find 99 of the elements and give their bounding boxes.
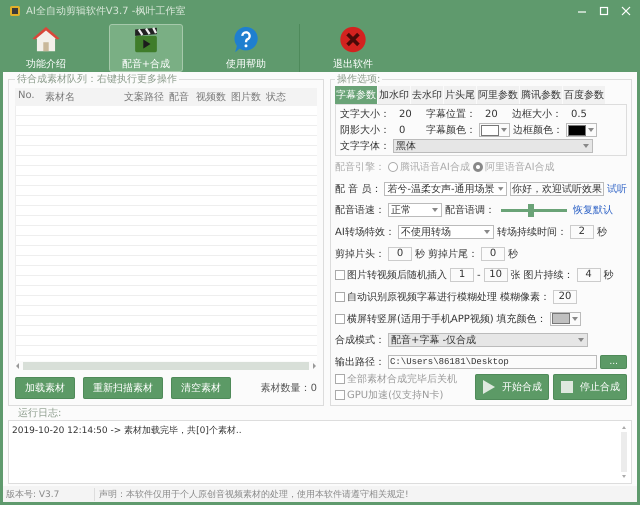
action-button[interactable]: 加载素材 [15, 377, 75, 399]
field-label: 字幕位置： [426, 108, 476, 121]
field-label: 字幕颜色： [426, 124, 476, 137]
link[interactable]: 试听 [607, 182, 627, 196]
dropdown[interactable]: 正常 [388, 203, 442, 218]
field-label: 阴影大小： [340, 124, 390, 137]
version-text: 版本号: V3.7 [3, 488, 95, 500]
browse-button[interactable]: ... [600, 354, 627, 369]
checkbox[interactable]: 横屏转竖屏(适用于手机APP视频) [335, 312, 494, 326]
tab[interactable]: 片头尾 [444, 86, 476, 104]
tab[interactable]: 腾讯参数 [520, 86, 562, 104]
dropdown[interactable]: 配音+字幕 -仅合成 [388, 333, 588, 348]
column-header[interactable]: 视频数 [196, 90, 228, 104]
action-button[interactable]: 开始合成 [475, 374, 549, 400]
value-text: 20 [484, 108, 499, 120]
field-label: 秒 [604, 268, 614, 282]
toolbar-button[interactable]: 使用帮助 [213, 24, 279, 72]
color-picker[interactable] [550, 312, 581, 326]
field-label: 张 [510, 268, 521, 282]
slider-thumb[interactable] [528, 204, 534, 217]
column-header[interactable]: 配音 [169, 90, 193, 104]
column-header[interactable]: 素材名 [45, 90, 121, 104]
checkbox[interactable]: 图片转视频后随机插入 [335, 268, 447, 282]
field-label: AI转场特效： [335, 226, 395, 239]
tab[interactable]: 阿里参数 [477, 86, 519, 104]
maximize-icon [599, 6, 609, 16]
caret-icon [570, 314, 579, 323]
caret-icon [496, 184, 504, 193]
field-label: 输出路径： [335, 356, 385, 369]
log-line: 2019-10-20 12:14:50 -> 素材加载完毕，共[0]个素材.. [12, 424, 243, 437]
value-text: 0.5 [570, 108, 588, 120]
caret-icon [500, 126, 508, 134]
text-field[interactable]: 你好，欢迎试听效果 [510, 182, 604, 196]
checkbox[interactable]: 自动识别原视频字幕进行模糊处理 [335, 290, 497, 304]
field-label: - [477, 270, 481, 281]
tab[interactable]: 去水印 [411, 86, 443, 104]
stop-icon [560, 380, 574, 394]
field-label: 文字大小： [340, 108, 390, 121]
color-picker[interactable] [479, 123, 510, 137]
number-field[interactable]: 0 [388, 246, 412, 261]
toolbar-button[interactable]: 退出软件 [320, 24, 386, 72]
field-label: 边框颜色： [513, 124, 563, 137]
column-header[interactable]: No. [18, 90, 42, 104]
dropdown[interactable]: 黑体 [393, 139, 593, 153]
field-label: 配音语速： [335, 204, 385, 218]
field-label: 合成模式： [335, 334, 385, 348]
number-field[interactable]: 10 [484, 268, 508, 282]
panel-title: 操作选项: [336, 72, 382, 86]
field-label: 转场持续时间： [496, 226, 567, 239]
field-label: 边框大小： [512, 108, 562, 121]
column-header[interactable]: 状态 [266, 90, 314, 104]
link[interactable]: 恢复默认 [573, 203, 613, 218]
column-header[interactable]: 图片数 [231, 90, 263, 104]
color-picker[interactable] [566, 123, 597, 137]
tab[interactable]: 加水印 [378, 86, 410, 104]
number-field[interactable]: 2 [570, 224, 594, 239]
horizontal-scrollbar[interactable] [15, 361, 317, 371]
caret-icon [577, 336, 585, 344]
tab[interactable]: 百度参数 [563, 86, 605, 104]
field-label: 文字字体： [340, 140, 390, 153]
scroll-left-icon [15, 362, 20, 370]
value-text: 0 [398, 124, 406, 136]
field-label: 配音引擎： [335, 160, 385, 174]
action-button[interactable]: 重新扫描素材 [83, 377, 163, 399]
field-label: 填充颜色： [496, 312, 547, 326]
field-label: 剪掉片头： [335, 248, 385, 261]
caret-icon [482, 228, 491, 236]
number-field[interactable]: 0 [481, 246, 505, 261]
dropdown[interactable]: 不使用转场 [398, 224, 494, 239]
app-icon [9, 5, 21, 17]
field-label: 剪掉片尾： [428, 248, 478, 261]
dropdown[interactable]: 若兮-温柔女声-通用场景 [384, 182, 507, 196]
value-text: 20 [398, 108, 413, 120]
close-icon [621, 6, 631, 16]
path-field[interactable]: C:\Users\86181\Desktop [388, 354, 598, 369]
vertical-scrollbar [620, 424, 628, 480]
material-count: 素材数量：0 [260, 382, 317, 395]
number-field[interactable]: 4 [576, 268, 601, 282]
toolbar-button[interactable]: 功能介绍 [13, 24, 79, 72]
field-label: 配音语调： [445, 204, 495, 218]
action-button[interactable]: 清空素材 [171, 377, 231, 399]
field-label: 秒 [415, 248, 425, 261]
number-field[interactable]: 1 [450, 268, 474, 282]
caret-icon [431, 206, 439, 214]
notice-text: 声明：本软件仅用于个人原创音视频素材的处理，使用本软件请遵守相关规定! [98, 488, 409, 500]
column-header[interactable]: 文案路径 [124, 90, 166, 104]
field-label: 秒 [508, 248, 518, 261]
number-field[interactable]: 20 [553, 290, 577, 304]
play-icon [482, 379, 496, 395]
house-icon [30, 25, 62, 54]
window-title: AI全自动剪辑软件V3.7 -枫叶工作室 [26, 4, 186, 18]
panel-title: 运行日志: [17, 408, 62, 420]
scroll-right-icon [312, 362, 317, 370]
action-button[interactable]: 停止合成 [553, 374, 627, 400]
field-label: 模糊像素： [500, 290, 550, 304]
panel-title: 待合成素材队列：右键执行更多操作 [16, 72, 178, 86]
field-label: 秒 [596, 226, 607, 239]
field-label: 图片持续： [524, 268, 574, 282]
field-label: 配 音 员： [335, 182, 382, 196]
